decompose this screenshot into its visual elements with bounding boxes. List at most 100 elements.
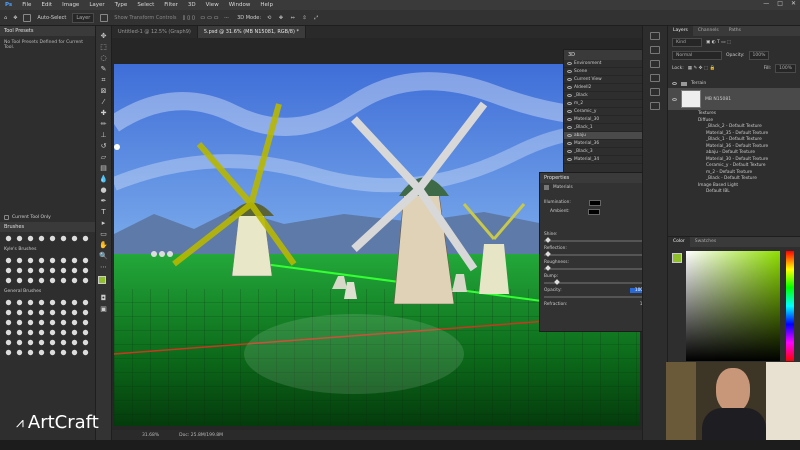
menu-type[interactable]: Type bbox=[110, 2, 133, 8]
brush-preset[interactable] bbox=[27, 277, 34, 284]
zoom-tool-icon[interactable]: 🔍 bbox=[99, 252, 108, 261]
align-icons[interactable]: ▯▯▯ ▭▭▭ ⋯ bbox=[183, 15, 232, 21]
close-button[interactable]: ✕ bbox=[791, 0, 796, 7]
brush-folder-kyles[interactable]: Kyle's Brushes bbox=[0, 245, 95, 254]
slider-thumb[interactable] bbox=[553, 279, 560, 285]
quick-select-tool-icon[interactable]: ✎ bbox=[99, 65, 108, 74]
menu-help[interactable]: Help bbox=[255, 2, 278, 8]
scene-tree-item[interactable]: _Black_1 bbox=[564, 124, 642, 132]
brush-preset[interactable] bbox=[82, 257, 89, 264]
visibility-eye-icon[interactable] bbox=[567, 62, 572, 65]
character-panel-icon[interactable] bbox=[650, 74, 660, 82]
visibility-eye-icon[interactable] bbox=[567, 94, 572, 97]
brush-preset[interactable] bbox=[60, 257, 67, 264]
zoom-level[interactable]: 31.68% bbox=[142, 433, 159, 438]
brush-preset[interactable] bbox=[82, 235, 89, 242]
visibility-eye-icon[interactable] bbox=[567, 110, 572, 113]
visibility-eye-icon[interactable] bbox=[567, 102, 572, 105]
brush-preset[interactable] bbox=[82, 339, 89, 346]
scene-tree-item[interactable]: Material_36 bbox=[564, 140, 642, 148]
slider-track[interactable] bbox=[544, 251, 652, 257]
brush-preset[interactable] bbox=[60, 235, 67, 242]
color-fg-swatch[interactable] bbox=[672, 253, 682, 263]
brush-preset[interactable] bbox=[5, 235, 12, 242]
brush-preset[interactable] bbox=[49, 267, 56, 274]
tab-channels[interactable]: Channels bbox=[693, 26, 724, 36]
layer-group-terrain[interactable]: Terrain bbox=[668, 79, 800, 88]
brush-preset[interactable] bbox=[49, 339, 56, 346]
brush-preset[interactable] bbox=[27, 299, 34, 306]
hand-tool-icon[interactable]: ✋ bbox=[99, 241, 108, 250]
filter-icons[interactable]: ▣ ◐ T ▭ ⬚ bbox=[706, 40, 731, 45]
brush-preset[interactable] bbox=[49, 277, 56, 284]
menu-image[interactable]: Image bbox=[57, 2, 84, 8]
brush-preset[interactable] bbox=[49, 257, 56, 264]
foreground-color-swatch[interactable] bbox=[97, 276, 106, 284]
brush-preset[interactable] bbox=[16, 319, 23, 326]
brush-preset[interactable] bbox=[82, 267, 89, 274]
brush-preset[interactable] bbox=[16, 277, 23, 284]
tab-swatches[interactable]: Swatches bbox=[690, 237, 722, 247]
brush-preset[interactable] bbox=[16, 299, 23, 306]
brush-preset[interactable] bbox=[5, 319, 12, 326]
lock-icons[interactable]: ▦ ✎ ✥ ⬚ 🔒 bbox=[688, 66, 715, 71]
brush-preset[interactable] bbox=[27, 349, 34, 356]
brush-preset[interactable] bbox=[49, 349, 56, 356]
brush-preset[interactable] bbox=[5, 267, 12, 274]
illumination-swatch[interactable] bbox=[588, 199, 601, 206]
brush-folder-general[interactable]: General Brushes bbox=[0, 287, 95, 296]
brush-preset[interactable] bbox=[5, 299, 12, 306]
home-icon[interactable]: ⌂ bbox=[4, 15, 7, 21]
brush-preset[interactable] bbox=[38, 299, 45, 306]
eyedropper-tool-icon[interactable]: ⁄ bbox=[99, 98, 108, 107]
brush-preset[interactable] bbox=[82, 349, 89, 356]
brush-preset[interactable] bbox=[60, 267, 67, 274]
menu-3d[interactable]: 3D bbox=[183, 2, 201, 8]
brush-preset[interactable] bbox=[27, 257, 34, 264]
brush-preset[interactable] bbox=[16, 235, 23, 242]
scene-tree-item[interactable]: Material_30 bbox=[564, 116, 642, 124]
brush-preset[interactable] bbox=[60, 349, 67, 356]
menu-file[interactable]: File bbox=[17, 2, 36, 8]
brush-preset[interactable] bbox=[71, 235, 78, 242]
brush-preset[interactable] bbox=[71, 267, 78, 274]
brush-preset[interactable] bbox=[38, 267, 45, 274]
current-tool-only-checkbox[interactable] bbox=[4, 215, 9, 220]
fill-input[interactable]: 100% bbox=[775, 64, 796, 73]
brush-preset[interactable] bbox=[71, 319, 78, 326]
layer-texture-item[interactable]: Default IBL bbox=[668, 188, 800, 195]
move-tool-icon[interactable]: ✥ bbox=[99, 32, 108, 41]
brush-preset[interactable] bbox=[49, 309, 56, 316]
brush-preset[interactable] bbox=[16, 267, 23, 274]
tab-color[interactable]: Color bbox=[668, 237, 690, 247]
scene-tree-item[interactable]: Material_34 bbox=[564, 156, 642, 164]
shape-tool-icon[interactable]: ▭ bbox=[99, 230, 108, 239]
brush-preset[interactable] bbox=[60, 277, 67, 284]
visibility-eye-icon[interactable] bbox=[567, 134, 572, 137]
maximize-button[interactable]: □ bbox=[777, 0, 783, 7]
tab-paths[interactable]: Paths bbox=[724, 26, 746, 36]
brush-preset[interactable] bbox=[60, 339, 67, 346]
move-tool-icon[interactable]: ✥ bbox=[13, 15, 17, 21]
brush-preset[interactable] bbox=[82, 299, 89, 306]
slider-track[interactable] bbox=[544, 265, 652, 271]
type-tool-icon[interactable]: T bbox=[99, 208, 108, 217]
brush-preset[interactable] bbox=[49, 235, 56, 242]
visibility-eye-icon[interactable] bbox=[567, 150, 572, 153]
brush-preset[interactable] bbox=[38, 257, 45, 264]
visibility-eye-icon[interactable] bbox=[567, 142, 572, 145]
slider-track[interactable] bbox=[544, 237, 652, 243]
visibility-eye-icon[interactable] bbox=[567, 78, 572, 81]
brush-preset[interactable] bbox=[71, 349, 78, 356]
menu-select[interactable]: Select bbox=[132, 2, 159, 8]
brush-preset[interactable] bbox=[49, 329, 56, 336]
brush-preset[interactable] bbox=[38, 277, 45, 284]
visibility-eye-icon[interactable] bbox=[567, 126, 572, 129]
brush-preset[interactable] bbox=[82, 277, 89, 284]
brush-preset[interactable] bbox=[5, 349, 12, 356]
brush-preset[interactable] bbox=[16, 339, 23, 346]
menu-view[interactable]: View bbox=[201, 2, 224, 8]
scene-tree-item[interactable]: abaju bbox=[564, 132, 642, 140]
brush-preset[interactable] bbox=[60, 309, 67, 316]
brush-preset[interactable] bbox=[27, 329, 34, 336]
